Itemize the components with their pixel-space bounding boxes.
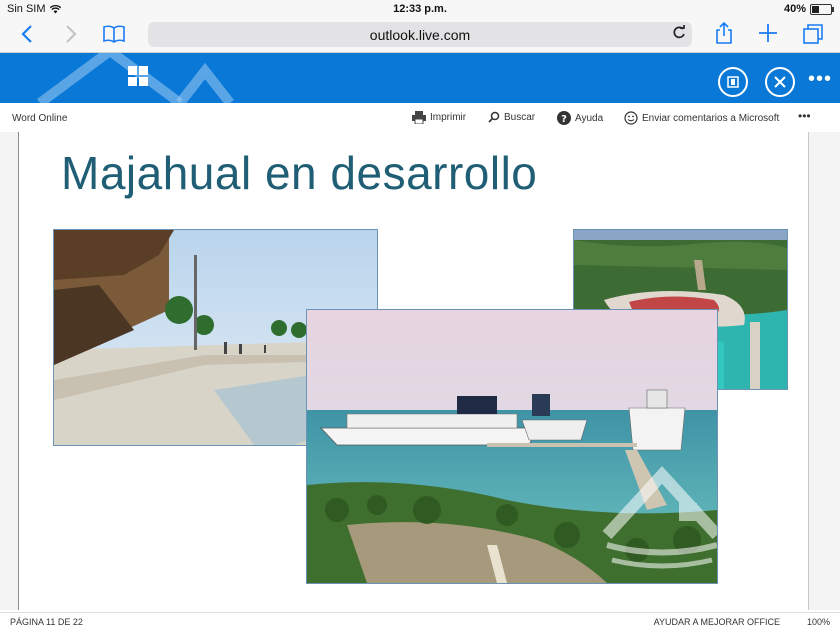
app-launcher-button[interactable]: [128, 66, 148, 86]
bookmarks-button[interactable]: [102, 24, 126, 50]
reload-icon: [673, 25, 685, 39]
feedback-label: Enviar comentarios a Microsoft: [642, 112, 780, 124]
feedback-button[interactable]: Enviar comentarios a Microsoft: [624, 111, 779, 125]
back-button[interactable]: [20, 22, 34, 52]
ios-status-bar: Sin SIM 12:33 p.m. 40%: [0, 0, 840, 18]
address-bar[interactable]: outlook.live.com: [148, 22, 692, 47]
battery-percent: 40%: [783, 3, 806, 15]
word-command-bar: Word Online Imprimir Buscar ? Ayuda Envi…: [0, 104, 840, 132]
waffle-dot: [128, 77, 137, 86]
more-icon: •••: [798, 109, 811, 123]
svg-text:?: ?: [561, 114, 567, 125]
smiley-icon: [624, 111, 638, 125]
more-commands-button[interactable]: •••: [798, 109, 811, 123]
app-launcher-icon: [128, 66, 137, 75]
reading-view-button[interactable]: [718, 67, 748, 97]
more-options-button[interactable]: •••: [808, 68, 832, 91]
chevron-left-icon: [21, 25, 32, 43]
reading-view-icon: [727, 76, 739, 88]
url-text: outlook.live.com: [369, 27, 471, 43]
print-label: Imprimir: [430, 112, 467, 123]
battery-icon: [810, 3, 834, 15]
close-button[interactable]: [765, 67, 795, 97]
tabs-icon: [803, 24, 823, 44]
find-button[interactable]: Buscar: [488, 111, 535, 123]
app-name: Word Online: [12, 113, 68, 124]
new-tab-button[interactable]: [758, 23, 778, 49]
slide-page: Majahual en desarrollo: [18, 132, 809, 610]
help-button[interactable]: ? Ayuda: [557, 111, 603, 125]
plus-icon: [759, 24, 777, 42]
forward-button[interactable]: [64, 22, 78, 52]
tabs-button[interactable]: [802, 23, 824, 51]
help-icon: ?: [557, 111, 571, 125]
open-book-icon: [103, 25, 125, 43]
cruise-ships-photo: [306, 309, 718, 584]
waffle-dot: [139, 77, 148, 86]
document-status-bar: PÁGINA 11 DE 22 AYUDAR A MEJORAR OFFICE …: [0, 612, 840, 631]
watermark-house-logo: [37, 53, 234, 103]
print-button[interactable]: Imprimir: [412, 111, 466, 124]
browser-toolbar: outlook.live.com: [0, 18, 840, 53]
share-button[interactable]: [714, 21, 734, 51]
office-header: •••: [0, 53, 840, 103]
search-icon: [488, 111, 500, 123]
status-time: 12:33 p.m.: [393, 3, 447, 15]
find-label: Buscar: [504, 111, 536, 123]
help-label: Ayuda: [575, 112, 604, 124]
zoom-level[interactable]: 100%: [807, 617, 830, 627]
document-canvas[interactable]: Majahual en desarrollo: [0, 132, 840, 610]
waffle-dot: [139, 66, 148, 75]
improve-office-link[interactable]: AYUDAR A MEJORAR OFFICE: [654, 617, 780, 627]
status-right: 40%: [783, 3, 834, 15]
close-icon: [774, 76, 786, 88]
share-icon: [716, 21, 732, 44]
slide-title: Majahual en desarrollo: [61, 147, 538, 199]
printer-icon: [412, 111, 426, 124]
reload-button[interactable]: [672, 24, 686, 45]
page-indicator: PÁGINA 11 DE 22: [10, 617, 83, 627]
more-icon: •••: [807, 68, 832, 90]
chevron-right-icon: [66, 25, 77, 43]
